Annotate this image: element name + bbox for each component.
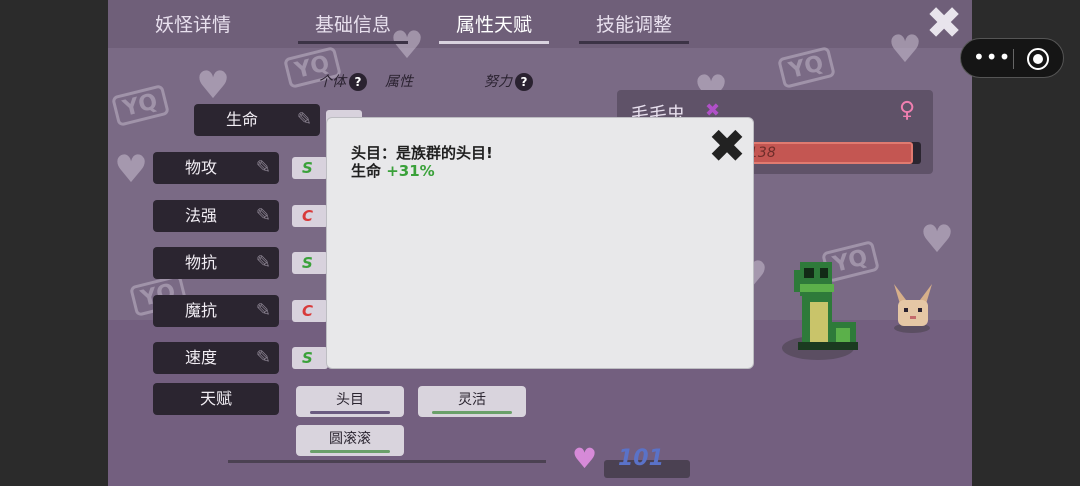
scroll-track	[228, 460, 546, 463]
caterpillar-sprite	[782, 262, 858, 360]
pencil-icon: ✎	[255, 157, 271, 178]
watermark-logo: YQ	[111, 84, 170, 127]
talent-label: 天赋	[153, 383, 279, 415]
letterbox-left	[0, 0, 108, 486]
close-panel-icon[interactable]: ✖	[924, 2, 964, 46]
tab-attributes-talents[interactable]: 属性天赋	[439, 10, 549, 44]
watermark-logo: YQ	[777, 46, 836, 89]
talent-chip-label: 圆滚滚	[329, 431, 371, 447]
talent-info-dialog: 头目：是族群的头目! 生命 +31% ✖	[326, 117, 754, 369]
tab-label: 技能调整	[595, 14, 672, 36]
affinity-value: 101	[618, 446, 664, 471]
pencil-icon: ✎	[255, 300, 271, 321]
female-symbol-icon: ♀	[899, 98, 916, 123]
heart-icon: ♥	[572, 442, 598, 475]
pencil-icon: ✎	[255, 347, 271, 368]
help-icon[interactable]: ?	[349, 73, 367, 91]
rabbit-sprite	[894, 284, 932, 333]
tab-label: 属性天赋	[455, 14, 532, 36]
talent-chip-round[interactable]: 圆滚滚	[296, 425, 404, 456]
bg-heart-icon: ♥	[114, 147, 149, 191]
stat-grade-physical-defense: S	[292, 252, 328, 274]
tab-underline	[298, 41, 408, 44]
talent-chip-agile[interactable]: 灵活	[418, 386, 526, 417]
stat-button-magic-defense[interactable]: 魔抗 ✎	[153, 295, 279, 327]
dialog-effect-bonus: +31%	[386, 162, 435, 180]
exit-miniprogram-icon[interactable]	[1027, 48, 1049, 70]
hp-bar-fill: 138	[737, 142, 913, 164]
capsule-divider	[1013, 49, 1014, 69]
stat-grade-magic: C	[292, 205, 328, 227]
stat-grade-magic-defense: C	[292, 300, 328, 322]
stat-grade-speed: S	[292, 347, 328, 369]
stat-label: 法强	[184, 206, 217, 225]
tab-underline	[579, 41, 689, 44]
pencil-icon: ✎	[255, 252, 271, 273]
talent-chip-bar	[432, 411, 512, 414]
pencil-icon: ✎	[255, 205, 271, 226]
tab-basic-info[interactable]: 基础信息	[298, 10, 408, 44]
talent-chip-bar	[310, 411, 390, 414]
tab-skill-adjust[interactable]: 技能调整	[579, 10, 689, 44]
header-individual-label: 个体	[318, 74, 346, 90]
talent-chip-label: 灵活	[458, 392, 486, 408]
dialog-effect: 生命 +31%	[351, 160, 435, 181]
tab-underline	[439, 41, 549, 44]
header-effort: 努力?	[484, 71, 533, 91]
stat-label: 物抗	[184, 253, 217, 272]
header-individual: 个体?	[318, 71, 367, 91]
tab-label: 妖怪详情	[154, 14, 231, 36]
stat-label: 魔抗	[184, 301, 217, 320]
stat-label: 物攻	[184, 158, 217, 177]
header-effort-label: 努力	[484, 74, 512, 90]
bg-heart-icon: ♥	[196, 63, 231, 107]
stat-button-speed[interactable]: 速度 ✎	[153, 342, 279, 374]
talent-chip-label: 头目	[336, 392, 364, 408]
pencil-icon: ✎	[296, 109, 312, 130]
tab-bar: 妖怪详情 基础信息 属性天赋 技能调整	[108, 0, 972, 48]
header-attribute: 属性	[385, 74, 413, 90]
miniprogram-capsule: •••	[960, 38, 1064, 78]
close-dialog-icon[interactable]: ✖	[705, 123, 749, 169]
stat-button-attack[interactable]: 物攻 ✎	[153, 152, 279, 184]
more-options-icon[interactable]: •••	[973, 47, 1011, 67]
talent-chip-leader[interactable]: 头目	[296, 386, 404, 417]
stat-button-hp[interactable]: 生命 ✎	[194, 104, 320, 136]
stat-button-physical-defense[interactable]: 物抗 ✎	[153, 247, 279, 279]
tab-monster-details[interactable]: 妖怪详情	[138, 10, 248, 37]
stat-label: 生命	[225, 110, 258, 129]
stat-grade-attack: S	[292, 157, 328, 179]
bg-heart-icon: ♥	[920, 217, 955, 261]
stat-label: 速度	[184, 348, 217, 367]
talent-chip-bar	[310, 450, 390, 453]
dialog-effect-stat: 生命	[351, 162, 387, 180]
stat-button-magic[interactable]: 法强 ✎	[153, 200, 279, 232]
tab-label: 基础信息	[314, 14, 391, 36]
hp-bar-track: 138	[737, 142, 921, 164]
help-icon[interactable]: ?	[515, 73, 533, 91]
